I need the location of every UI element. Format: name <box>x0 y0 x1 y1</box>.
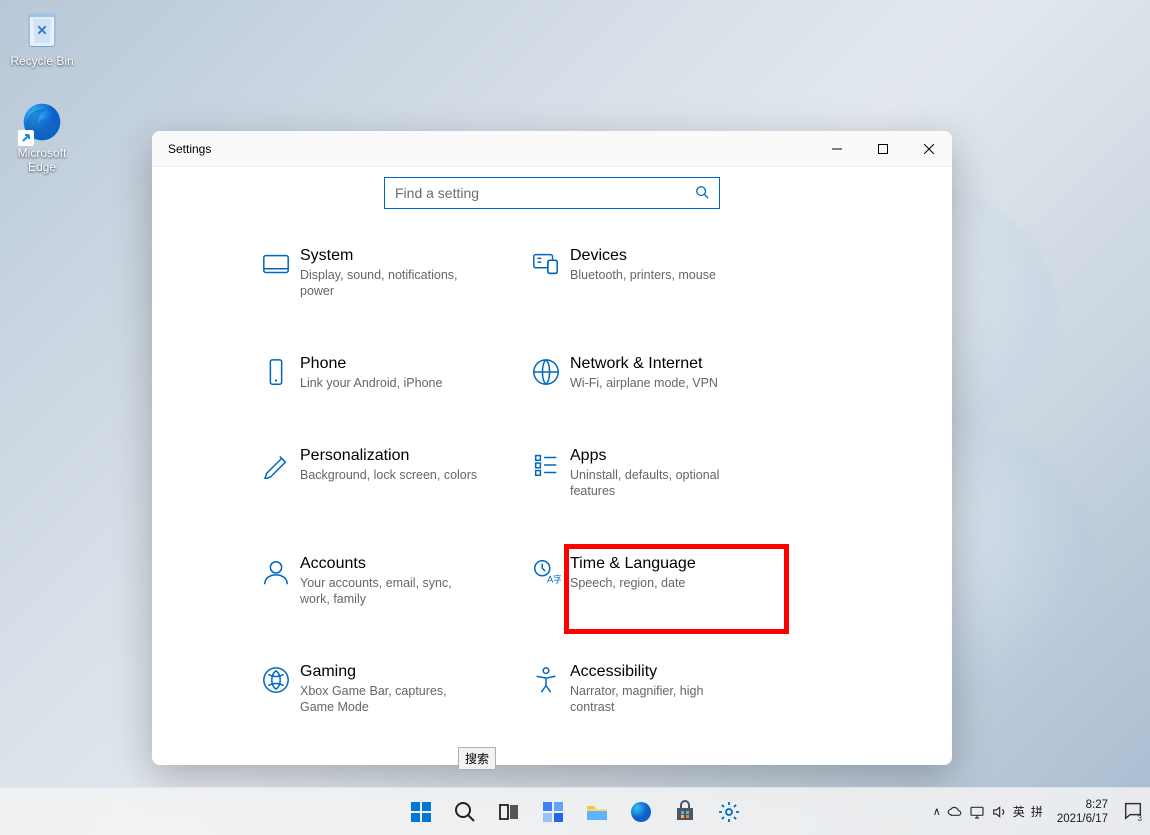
weather-icon[interactable] <box>947 804 963 820</box>
titlebar[interactable]: Settings <box>152 131 952 167</box>
personalization-icon <box>252 447 300 479</box>
category-desc: Speech, region, date <box>570 575 750 591</box>
category-desc: Link your Android, iPhone <box>300 375 480 391</box>
clock-time: 8:27 <box>1057 798 1108 812</box>
desktop-icon-label: Microsoft Edge <box>4 146 80 174</box>
search-button[interactable] <box>444 792 486 832</box>
category-title: Time & Language <box>570 555 792 573</box>
taskbar-tooltip: 搜索 <box>458 747 496 770</box>
system-icon <box>252 247 300 279</box>
devices-icon <box>522 247 570 279</box>
ime-mode[interactable]: 拼 <box>1031 803 1043 820</box>
system-tray[interactable]: ∧ 英 拼 <box>933 803 1043 820</box>
category-network[interactable]: Network & Internet Wi-Fi, airplane mode,… <box>522 355 792 391</box>
search-input[interactable] <box>395 185 695 201</box>
sound-icon[interactable] <box>991 804 1007 820</box>
notification-count: 3 <box>1138 814 1142 823</box>
category-apps[interactable]: Apps Uninstall, defaults, optional featu… <box>522 447 792 499</box>
category-personalization[interactable]: Personalization Background, lock screen,… <box>252 447 522 499</box>
category-desc: Display, sound, notifications, power <box>300 267 480 299</box>
svg-text:A字: A字 <box>547 573 561 584</box>
time-language-icon: A字 <box>522 555 570 587</box>
taskbar: ∧ 英 拼 8:27 2021/6/17 3 <box>0 787 1150 835</box>
category-gaming[interactable]: Gaming Xbox Game Bar, captures, Game Mod… <box>252 663 522 715</box>
store-button[interactable] <box>664 792 706 832</box>
settings-window: Settings System Display, sound, notifica… <box>152 131 952 765</box>
file-explorer-button[interactable] <box>576 792 618 832</box>
category-desc: Background, lock screen, colors <box>300 467 480 483</box>
widgets-button[interactable] <box>532 792 574 832</box>
task-view-button[interactable] <box>488 792 530 832</box>
clock-date: 2021/6/17 <box>1057 812 1108 826</box>
recycle-bin-icon <box>20 8 64 52</box>
desktop-icon-microsoft-edge[interactable]: Microsoft Edge <box>4 100 80 174</box>
gaming-icon <box>252 663 300 695</box>
tray-chevron-icon[interactable]: ∧ <box>933 805 941 818</box>
category-title: Apps <box>570 447 792 465</box>
category-time-language[interactable]: A字 Time & Language Speech, region, date <box>522 555 792 607</box>
category-title: Gaming <box>300 663 522 681</box>
accounts-icon <box>252 555 300 587</box>
category-title: Accessibility <box>570 663 792 681</box>
category-title: System <box>300 247 522 265</box>
category-title: Personalization <box>300 447 522 465</box>
phone-icon <box>252 355 300 387</box>
search-input-wrapper[interactable] <box>384 177 720 209</box>
apps-icon <box>522 447 570 479</box>
window-title: Settings <box>168 142 211 156</box>
settings-taskbar-button[interactable] <box>708 792 750 832</box>
search-icon <box>695 185 709 202</box>
category-system[interactable]: System Display, sound, notifications, po… <box>252 247 522 299</box>
category-desc: Xbox Game Bar, captures, Game Mode <box>300 683 480 715</box>
taskbar-clock[interactable]: 8:27 2021/6/17 <box>1057 798 1108 826</box>
minimize-button[interactable] <box>814 131 860 167</box>
category-desc: Wi-Fi, airplane mode, VPN <box>570 375 750 391</box>
category-accounts[interactable]: Accounts Your accounts, email, sync, wor… <box>252 555 522 607</box>
desktop-icon-recycle-bin[interactable]: Recycle Bin <box>4 8 80 68</box>
category-title: Phone <box>300 355 522 373</box>
category-title: Devices <box>570 247 792 265</box>
ime-language[interactable]: 英 <box>1013 803 1025 820</box>
category-accessibility[interactable]: Accessibility Narrator, magnifier, high … <box>522 663 792 715</box>
category-title: Accounts <box>300 555 522 573</box>
category-desc: Your accounts, email, sync, work, family <box>300 575 480 607</box>
category-desc: Narrator, magnifier, high contrast <box>570 683 750 715</box>
category-title: Network & Internet <box>570 355 792 373</box>
category-desc: Bluetooth, printers, mouse <box>570 267 750 283</box>
desktop-icon-label: Recycle Bin <box>4 54 80 68</box>
category-devices[interactable]: Devices Bluetooth, printers, mouse <box>522 247 792 299</box>
notification-center-button[interactable]: 3 <box>1122 799 1144 824</box>
start-button[interactable] <box>400 792 442 832</box>
settings-categories[interactable]: System Display, sound, notifications, po… <box>152 213 952 765</box>
close-button[interactable] <box>906 131 952 167</box>
category-phone[interactable]: Phone Link your Android, iPhone <box>252 355 522 391</box>
edge-icon <box>20 100 64 144</box>
edge- -[interactable] <box>620 792 662 832</box>
network-icon[interactable] <box>969 804 985 820</box>
network-icon <box>522 355 570 387</box>
accessibility-icon <box>522 663 570 695</box>
maximize-button[interactable] <box>860 131 906 167</box>
category-desc: Uninstall, defaults, optional features <box>570 467 750 499</box>
